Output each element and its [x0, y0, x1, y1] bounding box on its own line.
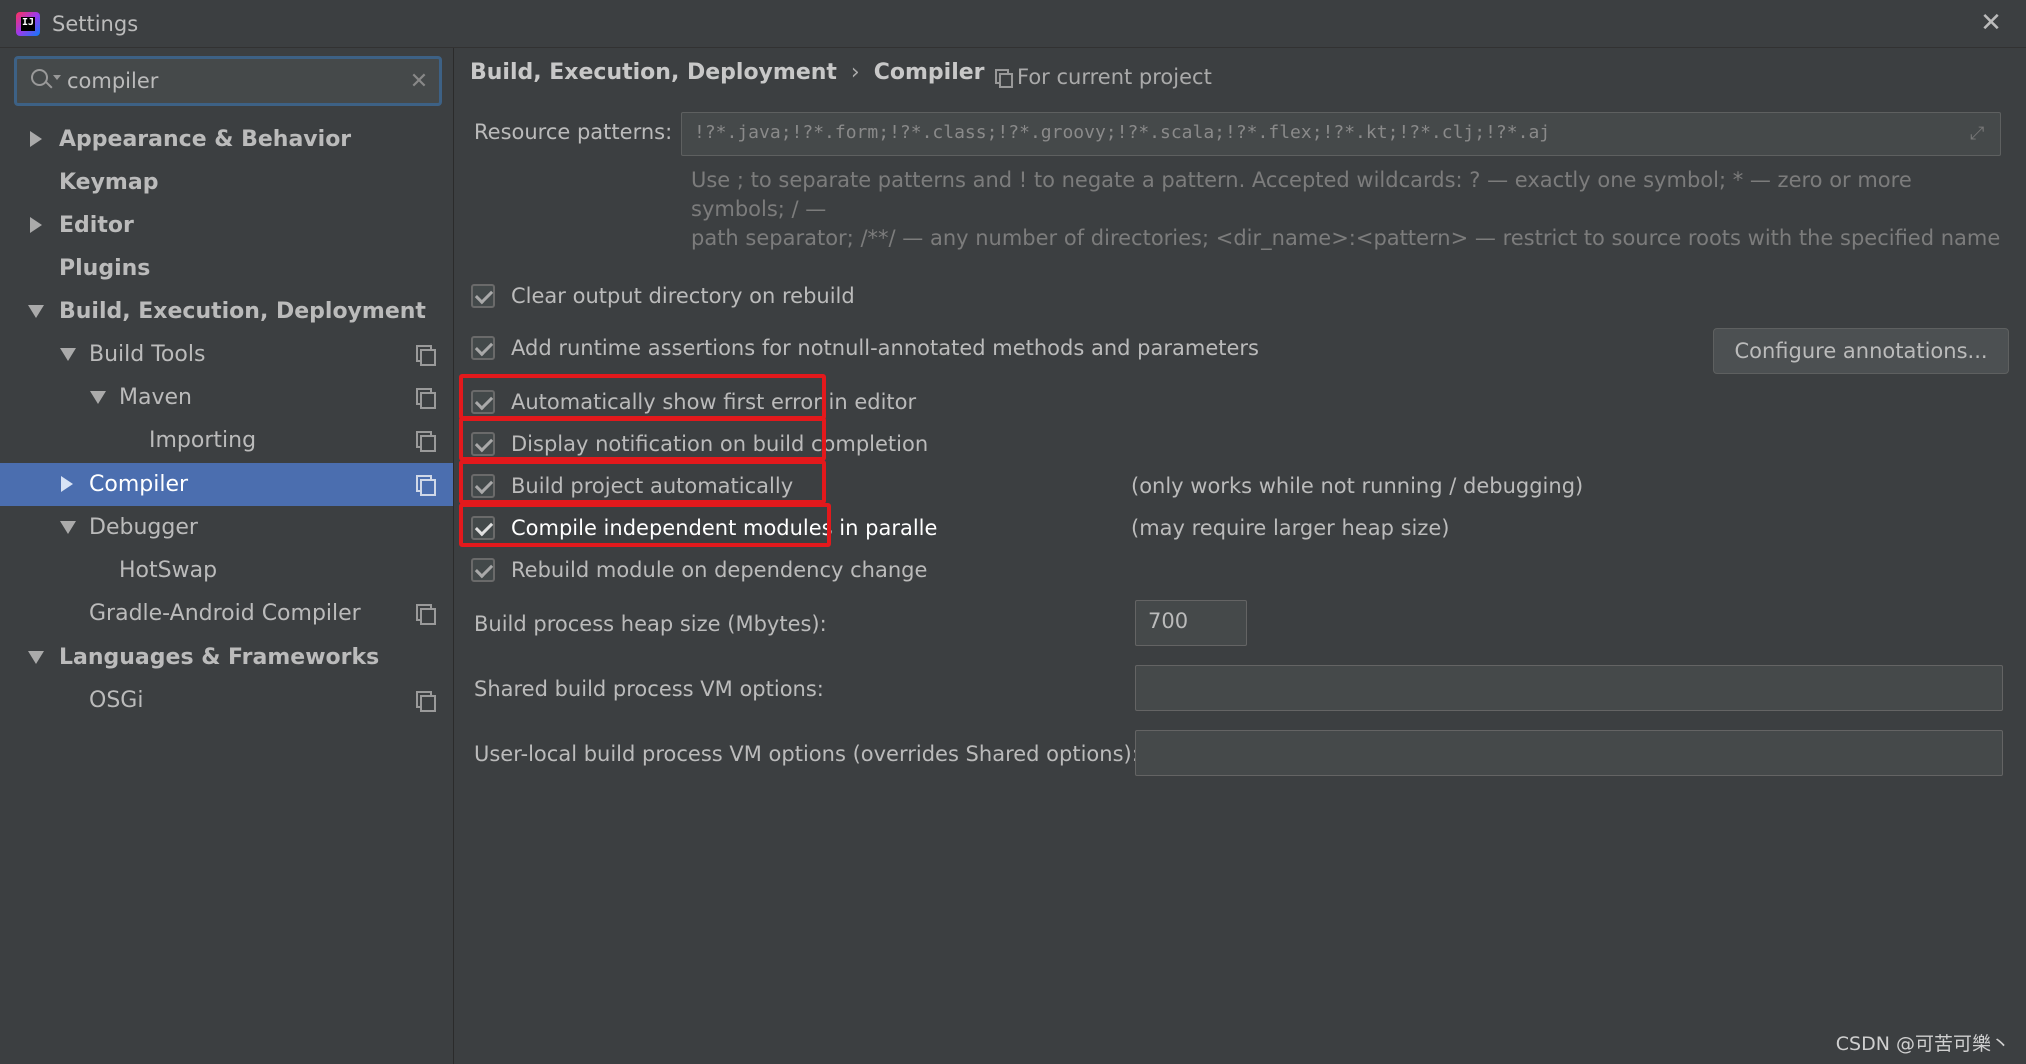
tree-item-build-execution-deployment[interactable]: Build, Execution, Deployment	[0, 290, 453, 333]
tree-item-maven[interactable]: Maven	[0, 376, 453, 419]
collapse-arrow-icon[interactable]	[60, 521, 76, 534]
watermark: CSDN @可苦可樂丶	[1835, 1033, 2010, 1055]
search-icon[interactable]	[17, 59, 67, 103]
settings-search-box[interactable]: compiler ✕	[14, 56, 442, 106]
tree-item-build-tools[interactable]: Build Tools	[0, 333, 453, 376]
panel-header: Build, Execution, Deployment › Compiler …	[455, 48, 2026, 100]
build-automatically-note: (only works while not running / debuggin…	[1131, 474, 1584, 498]
project-scope-icon	[416, 604, 436, 625]
project-scope-icon	[416, 345, 436, 366]
shared-vm-options-label: Shared build process VM options:	[474, 677, 824, 701]
tree-item-label: Keymap	[59, 170, 159, 195]
search-input[interactable]: compiler	[67, 69, 399, 93]
tree-item-label: Build, Execution, Deployment	[59, 299, 426, 324]
checkbox[interactable]	[471, 558, 495, 582]
breadcrumb-current: Compiler	[873, 60, 985, 85]
compiler-settings: Resource patterns: !?*.java;!?*.form;!?*…	[455, 100, 2026, 1064]
configure-annotations-button[interactable]: Configure annotations...	[1713, 328, 2009, 374]
expand-arrow-icon[interactable]	[30, 217, 42, 233]
tree-item-label: Debugger	[89, 515, 198, 540]
tree-item-osgi[interactable]: OSGi	[0, 679, 453, 722]
tree-item-label: Editor	[59, 213, 134, 238]
expand-field-icon[interactable]: ⤢	[1970, 123, 1990, 144]
expand-arrow-icon[interactable]	[30, 131, 42, 147]
highlight-box	[459, 460, 826, 504]
tree-item-label: HotSwap	[119, 558, 218, 583]
resource-patterns-label: Resource patterns:	[474, 120, 673, 144]
shared-vm-options-input[interactable]	[1135, 665, 2003, 711]
collapse-arrow-icon[interactable]	[28, 305, 44, 318]
project-scope-icon	[416, 388, 436, 409]
tree-item-debugger[interactable]: Debugger	[0, 506, 453, 549]
tree-item-appearance-behavior[interactable]: Appearance & Behavior	[0, 118, 453, 161]
option-clear-output[interactable]: Clear output directory on rebuild	[469, 278, 855, 314]
highlight-box	[459, 503, 831, 547]
tree-item-label: Appearance & Behavior	[59, 127, 352, 152]
tree-item-label: Compiler	[89, 472, 189, 497]
tree-item-label: Languages & Frameworks	[59, 645, 380, 670]
settings-main-panel: Build, Execution, Deployment › Compiler …	[455, 48, 2026, 1064]
option-runtime-assertions[interactable]: Add runtime assertions for notnull-annot…	[469, 330, 1259, 366]
scope-label: For current project	[1017, 65, 1212, 89]
project-scope-icon	[995, 68, 1013, 88]
tree-item-hotswap[interactable]: HotSwap	[0, 549, 453, 592]
checkbox[interactable]	[471, 284, 495, 308]
user-vm-options-input[interactable]	[1135, 730, 2003, 776]
option-label: Add runtime assertions for notnull-annot…	[511, 336, 1259, 360]
breadcrumb: Build, Execution, Deployment › Compiler	[470, 60, 985, 85]
tree-item-importing[interactable]: Importing	[0, 419, 453, 462]
tree-item-languages-frameworks[interactable]: Languages & Frameworks	[0, 636, 453, 679]
option-label: Rebuild module on dependency change	[511, 558, 928, 582]
collapse-arrow-icon[interactable]	[60, 348, 76, 361]
highlight-box	[459, 417, 826, 461]
close-icon[interactable]: ✕	[1978, 10, 2004, 36]
tree-item-label: Gradle-Android Compiler	[89, 601, 361, 626]
tree-item-gradle-android-compiler[interactable]: Gradle-Android Compiler	[0, 592, 453, 635]
project-scope-icon	[416, 475, 436, 496]
intellij-app-icon: IJ	[16, 11, 40, 36]
resource-patterns-value: !?*.java;!?*.form;!?*.class;!?*.groovy;!…	[694, 122, 1551, 143]
breadcrumb-parent[interactable]: Build, Execution, Deployment	[470, 60, 837, 85]
tree-item-label: Plugins	[59, 256, 151, 281]
option-label: Clear output directory on rebuild	[511, 284, 855, 308]
window-title: Settings	[52, 11, 139, 36]
option-rebuild-on-dependency[interactable]: Rebuild module on dependency change	[469, 552, 927, 588]
expand-arrow-icon[interactable]	[61, 476, 73, 492]
tree-item-label: Maven	[119, 385, 192, 410]
tree-item-label: Importing	[149, 428, 257, 453]
title-bar: IJ Settings ✕	[0, 0, 2026, 48]
collapse-arrow-icon[interactable]	[90, 391, 106, 404]
tree-item-keymap[interactable]: Keymap	[0, 161, 453, 204]
settings-sidebar: compiler ✕ Appearance & Behavior Keymap …	[0, 48, 454, 1064]
user-vm-options-label: User-local build process VM options (ove…	[474, 742, 1139, 766]
tree-item-editor[interactable]: Editor	[0, 204, 453, 247]
parallel-compile-note: (may require larger heap size)	[1131, 516, 1450, 540]
resource-patterns-input[interactable]: !?*.java;!?*.form;!?*.class;!?*.groovy;!…	[681, 112, 2001, 156]
heap-size-label: Build process heap size (Mbytes):	[474, 612, 827, 636]
resource-patterns-hint: Use ; to separate patterns and ! to nega…	[691, 166, 2011, 253]
highlight-box	[459, 374, 826, 420]
heap-size-input[interactable]: 700	[1135, 600, 1247, 646]
scope-indicator: For current project	[995, 65, 1212, 89]
hint-line: Use ; to separate patterns and ! to nega…	[691, 168, 1912, 221]
collapse-arrow-icon[interactable]	[28, 651, 44, 664]
checkbox[interactable]	[471, 336, 495, 360]
project-scope-icon	[416, 431, 436, 452]
tree-item-compiler[interactable]: Compiler	[0, 463, 453, 506]
tree-item-label: OSGi	[89, 688, 144, 713]
tree-item-plugins[interactable]: Plugins	[0, 247, 453, 290]
clear-search-icon[interactable]: ✕	[399, 69, 439, 94]
project-scope-icon	[416, 691, 436, 712]
tree-item-label: Build Tools	[89, 342, 206, 367]
breadcrumb-separator: ›	[850, 60, 860, 85]
hint-line: path separator; /**/ — any number of dir…	[691, 226, 2001, 250]
